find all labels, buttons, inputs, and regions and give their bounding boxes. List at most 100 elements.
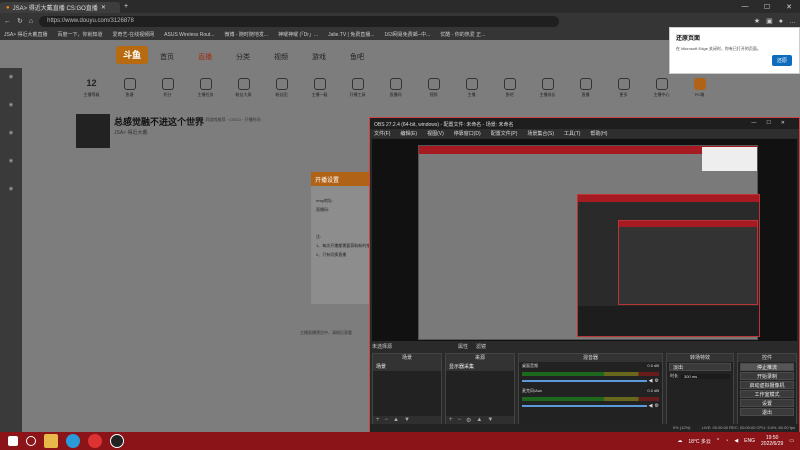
back-icon[interactable]: ← [4,18,11,25]
speaker-icon[interactable]: ◀ [649,403,653,409]
remove-icon[interactable]: − [458,417,462,423]
obs-preview[interactable] [372,139,797,356]
sidebar-item[interactable]: ◉ [0,180,22,208]
clock[interactable]: 19:50 2022/6/29 [761,435,783,447]
notification-icon[interactable]: ▭ [789,438,794,444]
restore-button[interactable]: 还原 [771,55,792,66]
more-icon[interactable]: … [789,18,796,25]
up-icon[interactable]: ▲ [476,417,482,423]
tool-item[interactable]: 鱼塘 [118,78,141,98]
nav-item[interactable]: 视频 [274,52,288,62]
nav-item[interactable]: 分类 [236,52,250,62]
gear-icon[interactable]: ⚙ [655,378,659,384]
favorite-item[interactable]: 爱奇艺-在线视频网 [113,31,155,38]
weather-text[interactable]: 18°C 多云 [688,438,711,445]
tool-item[interactable]: 主播任务 [194,78,217,98]
nav-item[interactable]: 首页 [160,52,174,62]
collections-icon[interactable]: ▣ [766,17,773,25]
maximize-icon[interactable]: ☐ [756,3,778,11]
tool-item[interactable]: 粉丝大屏 [232,78,255,98]
tray-arrow-icon[interactable]: ^ [717,438,719,444]
streamer-name[interactable]: JSA> 得近大戴 [114,129,147,136]
nav-item[interactable]: 鱼吧 [350,52,364,62]
menu-item[interactable]: 编辑(E) [400,130,417,137]
favorite-item[interactable]: 百度一下，你就知道 [57,31,102,38]
sidebar-item[interactable]: ◉ [0,96,22,124]
tool-item[interactable]: 积分 [156,78,179,98]
tool-item[interactable]: 直播间 [384,78,407,98]
douyu-logo[interactable]: 斗鱼 [116,46,148,64]
tool-item[interactable]: 鱼吧 [498,78,521,98]
gear-icon[interactable]: ⚙ [655,403,659,409]
level-badge[interactable]: 12 主播等级 [80,78,103,98]
sidebar-item[interactable]: ◉ [0,68,22,96]
remove-icon[interactable]: − [385,417,389,423]
favorite-item[interactable]: 163网易免费邮--中... [384,31,430,38]
home-icon[interactable]: ⌂ [29,18,33,25]
scene-item[interactable]: 场景 [373,362,441,371]
weather-icon[interactable]: ☁ [677,438,682,444]
streamer-avatar[interactable] [76,114,110,148]
minimize-icon[interactable]: — [751,120,766,126]
favorite-item[interactable]: ASUS Wireless Rout... [164,32,214,38]
menu-item[interactable]: 配置文件(P) [491,130,518,137]
volume-slider[interactable] [522,405,647,407]
favorite-item[interactable]: 优酷 - 你的热爱 正... [440,31,485,38]
speaker-icon[interactable]: ◀ [649,378,653,384]
duration-input[interactable]: 300 ms [681,373,730,379]
profile-icon[interactable]: ● [779,18,783,25]
language-indicator[interactable]: ENG [744,438,755,444]
down-icon[interactable]: ▼ [404,417,410,423]
volume-icon[interactable]: ◀ [734,438,738,444]
tool-item[interactable]: 主播 [460,78,483,98]
minimize-icon[interactable]: — [734,3,756,11]
nav-item[interactable]: 直播 [198,52,212,62]
edge-icon[interactable] [66,434,80,448]
up-icon[interactable]: ▲ [393,417,399,423]
menu-item[interactable]: 文件(F) [374,130,390,137]
virtual-camera-button[interactable]: 启动虚拟摄像机 [740,381,794,389]
tool-item[interactable]: PC端 [688,78,711,98]
menu-item[interactable]: 帮助(H) [590,130,607,137]
tool-item[interactable]: 直播 [574,78,597,98]
tool-item[interactable]: 粉丝团 [270,78,293,98]
file-explorer-icon[interactable] [44,434,58,448]
filters-button[interactable]: 滤镜 [476,343,486,350]
start-recording-button[interactable]: 开始录制 [740,372,794,380]
down-icon[interactable]: ▼ [487,417,493,423]
favorite-item[interactable]: Jalie.TV | 免费直播... [328,31,374,38]
refresh-icon[interactable]: ↻ [17,17,23,25]
favorite-item[interactable]: 微博 - 随时随地发... [224,31,268,38]
settings-button[interactable]: 设置 [740,399,794,407]
close-icon[interactable]: ✕ [101,4,106,11]
close-window-icon[interactable]: ✕ [778,3,800,11]
sidebar-item[interactable]: ◉ [0,124,22,152]
menu-item[interactable]: 工具(T) [564,130,580,137]
windows-start-icon[interactable] [8,436,18,446]
menu-item[interactable]: 场景集合(S) [527,130,554,137]
tool-item[interactable]: 主播一级 [308,78,331,98]
url-input[interactable]: https://www.douyu.com/3126878 [39,15,560,27]
tool-item[interactable]: 主播中心 [650,78,673,98]
search-icon[interactable] [26,436,36,446]
add-icon[interactable]: + [449,417,453,423]
new-tab-icon[interactable]: + [124,3,128,10]
add-icon[interactable]: + [376,417,380,423]
menu-item[interactable]: 停靠窗口(D) [454,130,481,137]
favorite-item[interactable]: 神曜神曜 (「Dr」... [278,31,318,38]
tool-item[interactable]: 主播成长 [536,78,559,98]
close-icon[interactable]: ✕ [781,120,795,126]
source-item[interactable]: 显示器采集 [446,362,514,371]
network-icon[interactable]: ◔ [725,438,728,444]
tool-item[interactable]: 视频 [422,78,445,98]
browser-tab[interactable]: ● JSA> 得近大戴直播 CS:GO直播 ✕ [0,2,120,13]
sidebar-item[interactable]: ◉ [0,152,22,180]
netease-music-icon[interactable] [88,434,102,448]
transition-select[interactable]: 淡出 [669,363,731,371]
exit-button[interactable]: 退出 [740,408,794,416]
properties-button[interactable]: 属性 [458,343,468,350]
stop-streaming-button[interactable]: 停止推流 [740,363,794,371]
favorite-item[interactable]: JSA> 得近大戴直播 [4,31,47,38]
obs-icon[interactable] [110,434,124,448]
maximize-icon[interactable]: ☐ [766,120,780,126]
